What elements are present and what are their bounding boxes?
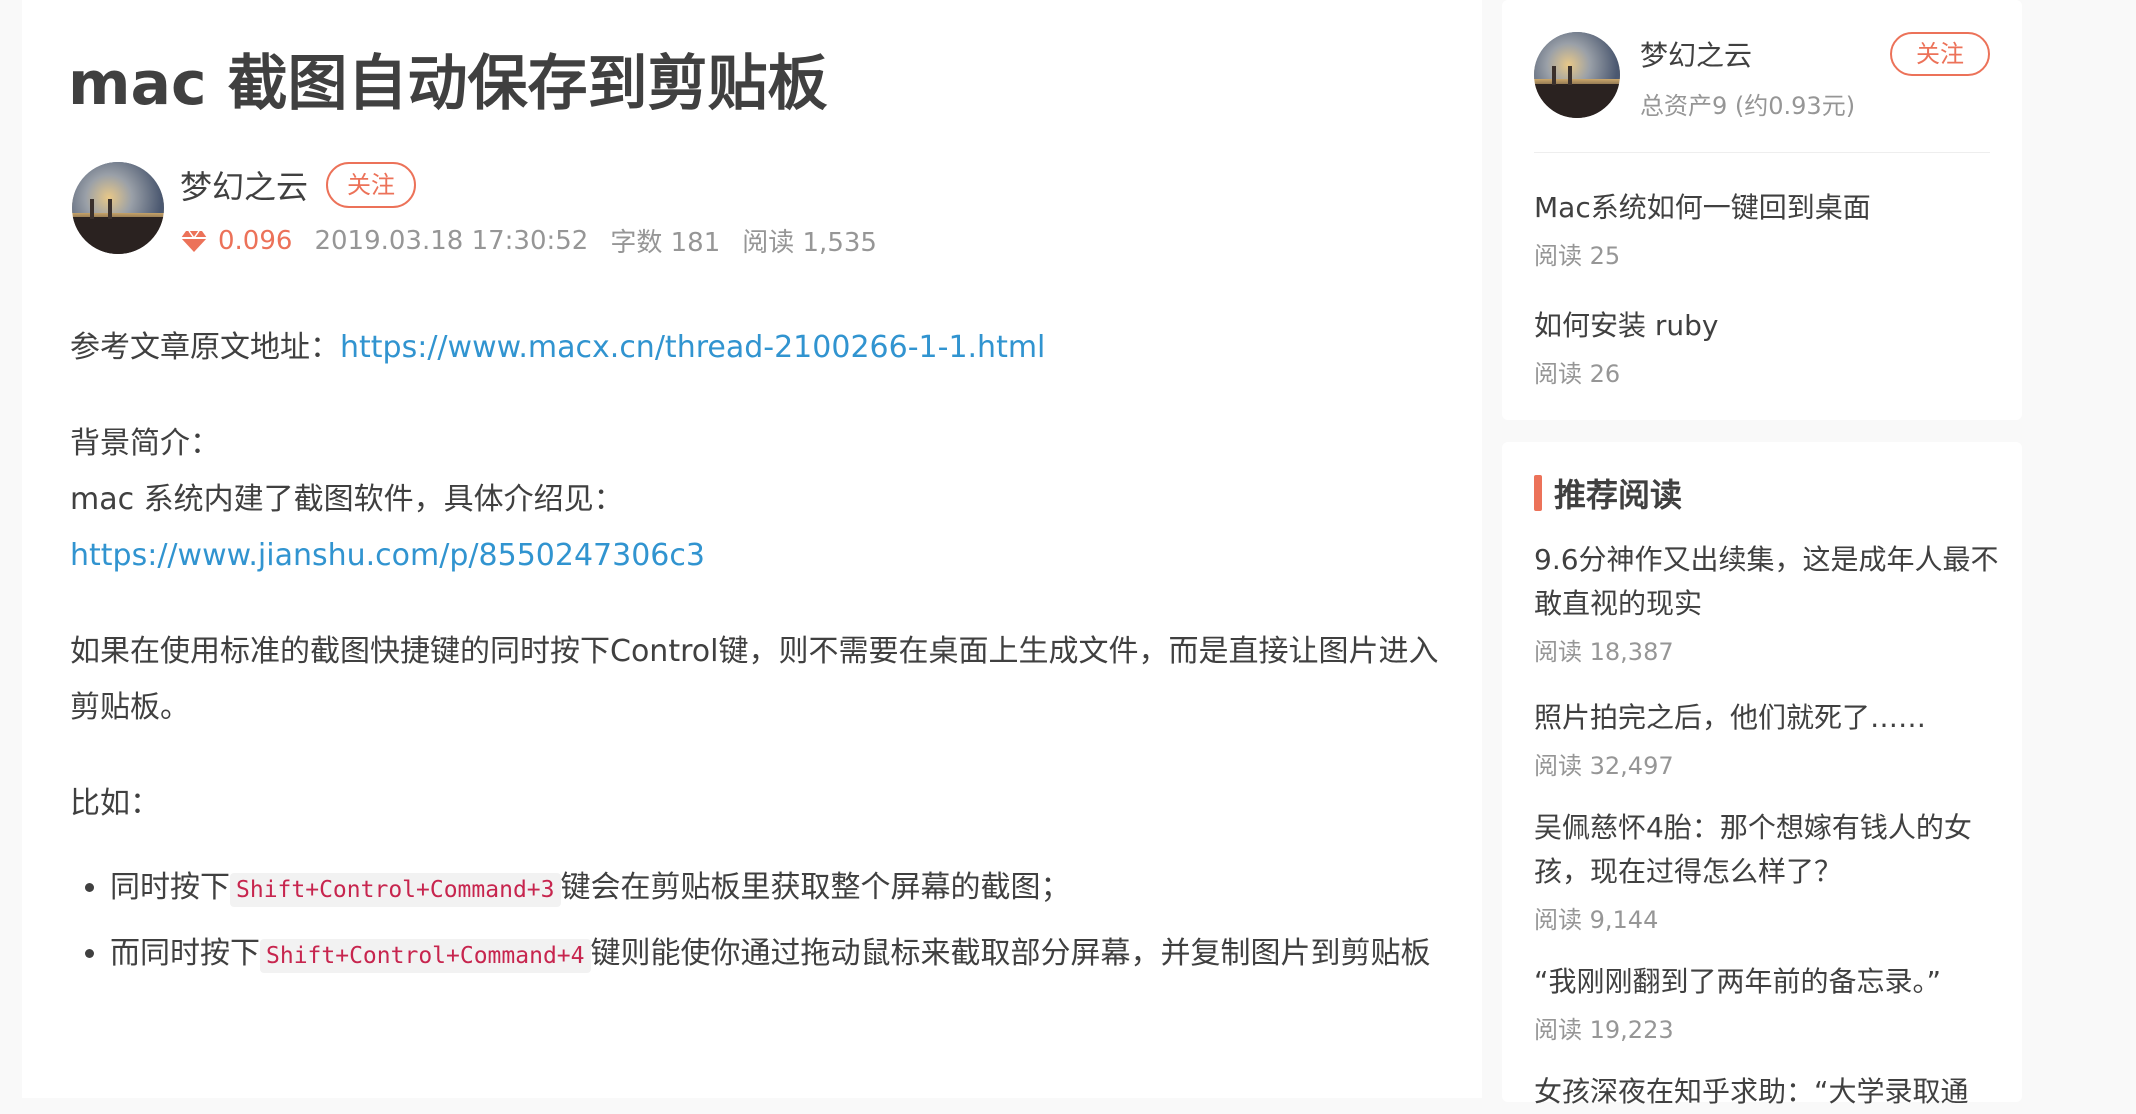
article-panel: mac 截图自动保存到剪贴板 梦幻之云 关注 0.096 2019.03.18 … [22,0,1482,1098]
reference-label: 参考文章原文地址： [70,330,340,365]
recommend-item[interactable]: 照片拍完之后，他们就死了…… 阅读 32,497 [1534,696,2004,784]
reference-link[interactable]: https://www.macx.cn/thread-2100266-1-1.h… [340,330,1045,365]
shortcut-code: Shift+Control+Command+4 [260,939,591,973]
sidebar-article[interactable]: Mac系统如何一键回到桌面 阅读 25 [1534,186,2004,274]
list-item: 而同时按下Shift+Control+Command+4键则能使你通过拖动鼠标来… [110,926,1450,984]
accent-bar [1534,475,1542,511]
sidebar-article[interactable]: 如何安装 ruby 阅读 26 [1534,304,2004,392]
article-meta: 0.096 2019.03.18 17:30:52 字数 181 阅读 1,53… [180,222,877,259]
diamond-value: 0.096 [180,226,292,256]
list-item: 同时按下Shift+Control+Command+3键会在剪贴板里获取整个屏幕… [110,860,1450,918]
publish-datetime: 2019.03.18 17:30:52 [314,225,589,256]
sidebar-article-title[interactable]: 如何安装 ruby [1534,304,2004,348]
sidebar-follow-button[interactable]: 关注 [1890,32,1990,76]
sidebar-article-reads: 阅读 26 [1534,360,1621,388]
recommend-item-title[interactable]: 照片拍完之后，他们就死了…… [1534,696,2004,740]
sidebar-author-assets: 总资产9 (约0.93元) [1640,92,1856,120]
article-title: mac 截图自动保存到剪贴板 [68,49,828,119]
recommend-item[interactable]: 9.6分神作又出续集，这是成年人最不敢直视的现实 阅读 18,387 [1534,538,2004,670]
sidebar-author-avatar[interactable] [1534,32,1620,118]
background-label: 背景简介： [70,426,220,461]
recommend-item-title[interactable]: 女孩深夜在知乎求助：“大学录取通 [1534,1070,2004,1114]
sidebar-author-name[interactable]: 梦幻之云 [1640,34,1752,74]
recommend-item-title[interactable]: 吴佩慈怀4胎：那个想嫁有钱人的女孩，现在过得怎么样了？ [1534,806,2004,894]
reference-line: 参考文章原文地址：https://www.macx.cn/thread-2100… [70,320,1450,376]
example-label: 比如： [70,786,160,821]
follow-button[interactable]: 关注 [326,162,416,208]
main-paragraph: 如果在使用标准的截图快捷键的同时按下Control键，则不需要在桌面上生成文件，… [70,634,1439,725]
article-body: 参考文章原文地址：https://www.macx.cn/thread-2100… [70,320,1450,984]
shortcut-code: Shift+Control+Command+3 [230,873,561,907]
author-name[interactable]: 梦幻之云 [180,162,308,208]
background-text: mac 系统内建了截图软件，具体介绍见： [70,482,624,517]
read-count: 阅读 1,535 [742,228,877,258]
divider [1534,152,1990,153]
recommend-item-title[interactable]: “我刚刚翻到了两年前的备忘录。” [1534,960,2004,1004]
recommend-card: 推荐阅读 9.6分神作又出续集，这是成年人最不敢直视的现实 阅读 18,387 … [1502,442,2022,1108]
recommend-heading: 推荐阅读 [1534,470,1682,516]
recommend-item-reads: 阅读 19,223 [1534,1016,1674,1044]
recommend-item-reads: 阅读 9,144 [1534,906,1659,934]
recommend-item-reads: 阅读 18,387 [1534,638,1674,666]
recommend-item[interactable]: 吴佩慈怀4胎：那个想嫁有钱人的女孩，现在过得怎么样了？ 阅读 9,144 [1534,806,2004,938]
recommend-item[interactable]: “我刚刚翻到了两年前的备忘录。” 阅读 19,223 [1534,960,2004,1048]
diamond-icon [181,230,207,252]
recommend-item-reads: 阅读 32,497 [1534,752,1674,780]
diamond-amount: 0.096 [218,225,293,256]
sidebar-article-title[interactable]: Mac系统如何一键回到桌面 [1534,186,2004,230]
shortcut-list: 同时按下Shift+Control+Command+3键会在剪贴板里获取整个屏幕… [70,860,1450,984]
recommend-item[interactable]: 女孩深夜在知乎求助：“大学录取通 [1534,1070,2004,1114]
author-avatar[interactable] [72,162,164,254]
sidebar-author-card: 梦幻之云 总资产9 (约0.93元) 关注 Mac系统如何一键回到桌面 阅读 2… [1502,0,2022,420]
background-link[interactable]: https://www.jianshu.com/p/8550247306c3 [70,538,705,573]
word-count: 字数 181 [610,228,721,258]
recommend-heading-text: 推荐阅读 [1554,476,1683,514]
recommend-item-title[interactable]: 9.6分神作又出续集，这是成年人最不敢直视的现实 [1534,538,2004,626]
sidebar-article-reads: 阅读 25 [1534,242,1621,270]
